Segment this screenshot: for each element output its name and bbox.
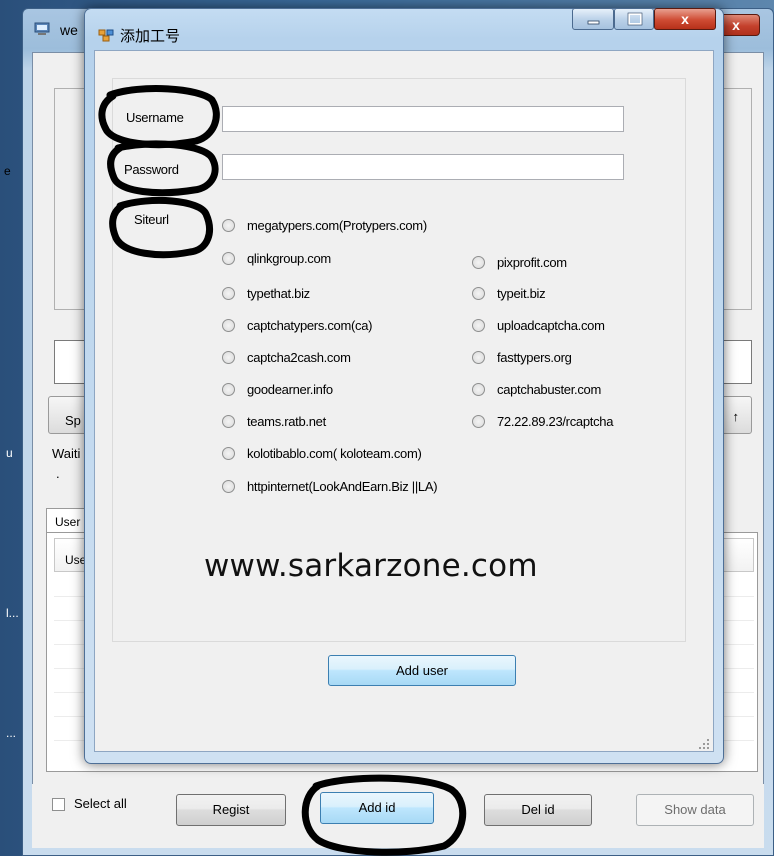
radio-button[interactable] xyxy=(472,383,485,396)
dialog-close-button[interactable]: x xyxy=(654,8,716,30)
site-label: httpinternet(LookAndEarn.Biz ||LA) xyxy=(247,479,438,494)
watermark-text: www.sarkarzone.com xyxy=(204,548,538,584)
radio-button[interactable] xyxy=(222,319,235,332)
site-radio[interactable]: captchatypers.com(ca) xyxy=(222,318,373,333)
radio-button[interactable] xyxy=(222,287,235,300)
site-label: goodearner.info xyxy=(247,382,333,397)
site-label: captcha2cash.com xyxy=(247,350,351,365)
regist-button[interactable]: Regist xyxy=(176,794,286,826)
site-label: megatypers.com(Protypers.com) xyxy=(247,218,427,233)
desktop-label: ... xyxy=(6,726,17,740)
close-icon: x xyxy=(681,11,689,27)
site-radio[interactable]: httpinternet(LookAndEarn.Biz ||LA) xyxy=(222,479,438,494)
site-label: typethat.biz xyxy=(247,286,310,301)
site-radio[interactable]: fasttypers.org xyxy=(472,350,572,365)
select-all-checkbox[interactable] xyxy=(52,798,65,811)
site-radio[interactable]: typeit.biz xyxy=(472,286,546,301)
password-label: Password xyxy=(124,162,179,177)
site-label: typeit.biz xyxy=(497,286,546,301)
radio-button[interactable] xyxy=(472,351,485,364)
select-all-label: Select all xyxy=(74,796,127,811)
site-label: captchabuster.com xyxy=(497,382,602,397)
desktop-label: u xyxy=(6,446,13,460)
site-radio[interactable]: teams.ratb.net xyxy=(222,414,326,429)
radio-button[interactable] xyxy=(222,447,235,460)
site-radio[interactable]: captcha2cash.com xyxy=(222,350,351,365)
dialog-icon xyxy=(98,29,114,42)
status-dot: . xyxy=(56,466,60,481)
radio-button[interactable] xyxy=(472,256,485,269)
radio-button[interactable] xyxy=(222,383,235,396)
site-radio[interactable]: captchabuster.com xyxy=(472,382,601,397)
radio-button[interactable] xyxy=(222,415,235,428)
site-label: teams.ratb.net xyxy=(247,414,326,429)
desktop-label: e xyxy=(4,164,11,178)
del-id-button[interactable]: Del id xyxy=(484,794,592,826)
site-label: kolotibablo.com( koloteam.com) xyxy=(247,446,422,461)
maximize-button[interactable] xyxy=(614,8,654,30)
site-radio[interactable]: uploadcaptcha.com xyxy=(472,318,605,333)
username-input[interactable] xyxy=(222,106,624,132)
radio-button[interactable] xyxy=(222,219,235,232)
show-data-button[interactable]: Show data xyxy=(636,794,754,826)
radio-button[interactable] xyxy=(222,351,235,364)
password-input[interactable] xyxy=(222,154,624,180)
site-radio[interactable]: kolotibablo.com( koloteam.com) xyxy=(222,446,422,461)
site-label: captchatypers.com(ca) xyxy=(247,318,373,333)
minimize-button[interactable] xyxy=(572,8,614,30)
minimize-icon xyxy=(587,20,600,25)
add-user-button[interactable]: Add user xyxy=(328,655,516,686)
resize-grip-icon[interactable] xyxy=(698,738,710,750)
status-label: Waiti xyxy=(52,446,81,461)
add-id-button[interactable]: Add id xyxy=(320,792,434,824)
radio-button[interactable] xyxy=(472,287,485,300)
desktop-label: l... xyxy=(6,606,19,620)
site-radio[interactable]: 72.22.89.23/rcaptcha xyxy=(472,414,613,429)
radio-button[interactable] xyxy=(472,415,485,428)
maximize-icon xyxy=(627,12,643,26)
app-icon xyxy=(34,22,50,35)
site-radio[interactable]: qlinkgroup.com xyxy=(222,251,331,266)
radio-button[interactable] xyxy=(472,319,485,332)
site-radio[interactable]: typethat.biz xyxy=(222,286,310,301)
site-label: qlinkgroup.com xyxy=(247,251,331,266)
site-radio[interactable]: goodearner.info xyxy=(222,382,333,397)
site-radio[interactable]: pixprofit.com xyxy=(472,255,567,270)
site-label: 72.22.89.23/rcaptcha xyxy=(497,414,614,429)
main-window-title: we xyxy=(60,22,78,38)
site-radio[interactable]: megatypers.com(Protypers.com) xyxy=(222,218,427,233)
siteurl-label: Siteurl xyxy=(134,212,169,227)
radio-button[interactable] xyxy=(222,480,235,493)
site-label: fasttypers.org xyxy=(497,350,572,365)
site-label: pixprofit.com xyxy=(497,255,567,270)
site-label: uploadcaptcha.com xyxy=(497,318,605,333)
dialog-title: 添加工号 xyxy=(120,28,181,45)
radio-button[interactable] xyxy=(222,252,235,265)
username-label: Username xyxy=(126,110,184,125)
